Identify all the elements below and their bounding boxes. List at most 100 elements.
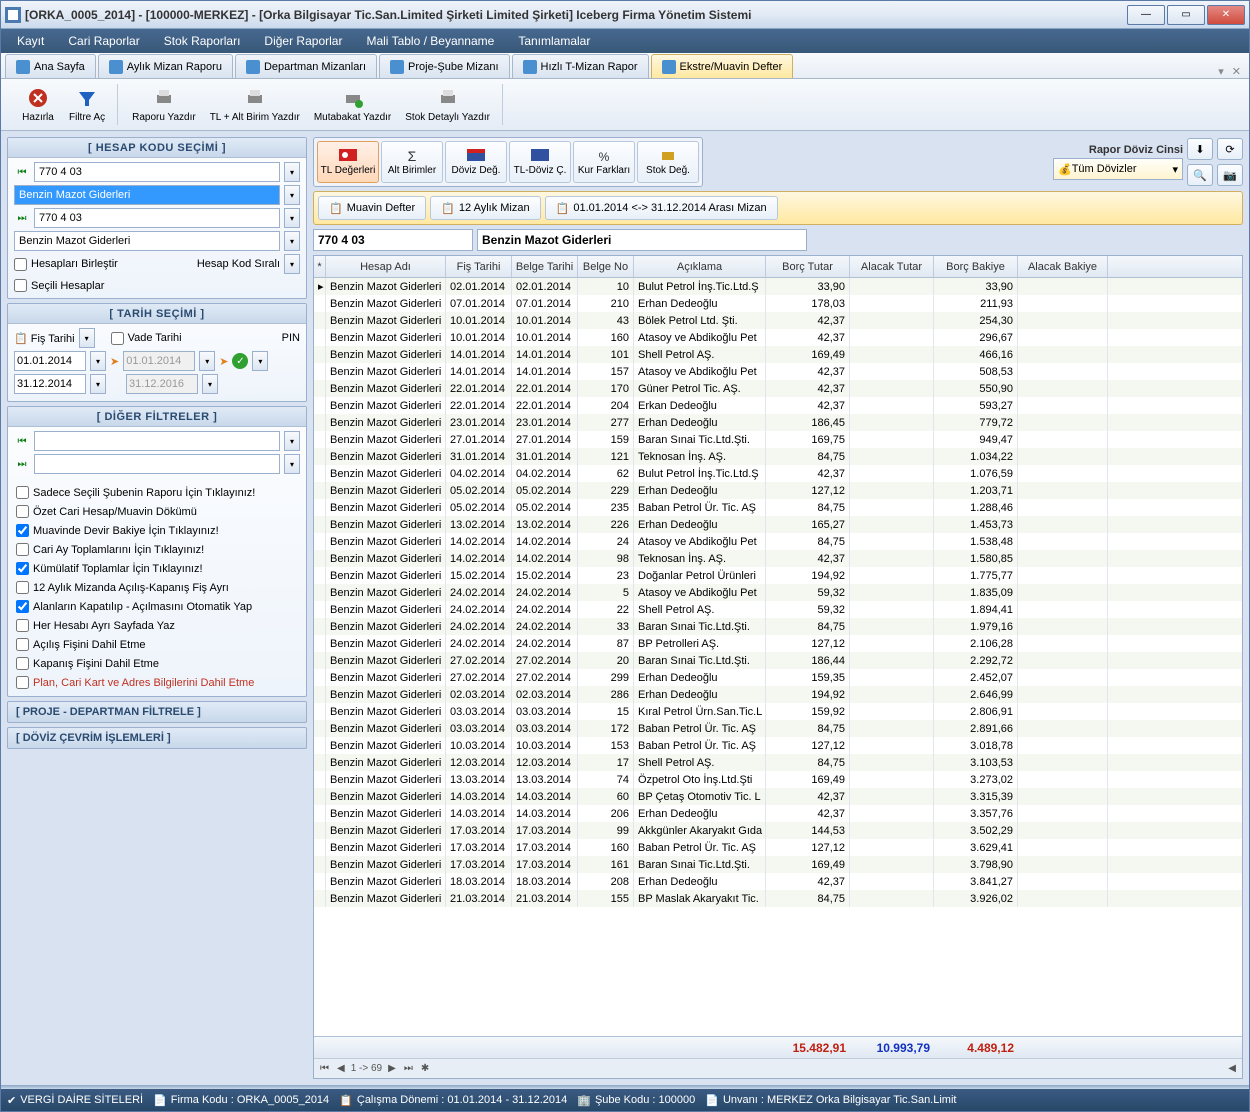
hesap-code-2[interactable] <box>34 208 280 228</box>
tabs-dropdown[interactable]: ▾ <box>1214 65 1228 78</box>
acct-name[interactable] <box>477 229 807 251</box>
table-row[interactable]: Benzin Mazot Giderleri14.01.201414.01.20… <box>314 363 1242 380</box>
filter-item-10[interactable]: Plan, Cari Kart ve Adres Bilgilerini Dah… <box>14 673 300 692</box>
pager-next[interactable]: ▶ <box>386 1063 398 1074</box>
subtab-1[interactable]: 📋12 Aylık Mizan <box>430 196 540 220</box>
tab-4[interactable]: Hızlı T-Mizan Rapor <box>512 54 649 78</box>
table-row[interactable]: Benzin Mazot Giderleri21.03.201421.03.20… <box>314 890 1242 907</box>
filter-item-9[interactable]: Kapanış Fişini Dahil Etme <box>14 654 300 673</box>
secili-hesaplar-chk[interactable]: Seçili Hesaplar <box>14 277 300 294</box>
subtab-0[interactable]: 📋Muavin Defter <box>318 196 426 220</box>
tl-alt-birim-button[interactable]: TL + Alt Birim Yazdır <box>204 84 306 125</box>
filter-item-4[interactable]: Kümülatif Toplamlar İçin Tıklayınız! <box>14 559 300 578</box>
dd-3[interactable]: ▾ <box>284 208 300 228</box>
table-row[interactable]: Benzin Mazot Giderleri24.02.201424.02.20… <box>314 584 1242 601</box>
table-row[interactable]: ▸Benzin Mazot Giderleri02.01.201402.01.2… <box>314 278 1242 295</box>
filter-item-6[interactable]: Alanların Kapatılıp - Açılmasını Otomati… <box>14 597 300 616</box>
table-row[interactable]: Benzin Mazot Giderleri10.01.201410.01.20… <box>314 312 1242 329</box>
filter-item-1[interactable]: Özet Cari Hesap/Muavin Dökümü <box>14 502 300 521</box>
table-row[interactable]: Benzin Mazot Giderleri17.03.201417.03.20… <box>314 822 1242 839</box>
pager-scroll[interactable]: ◀ <box>1226 1063 1238 1074</box>
doviz-collapse[interactable]: [ DÖVİZ ÇEVRİM İŞLEMLERİ ] <box>7 727 307 749</box>
pager-prev[interactable]: ◀ <box>335 1063 347 1074</box>
proje-collapse[interactable]: [ PROJE - DEPARTMAN FİLTRELE ] <box>7 701 307 723</box>
filter-item-5[interactable]: 12 Aylık Mizanda Açılış-Kapanış Fiş Ayrı <box>14 578 300 597</box>
viewtab-4[interactable]: %Kur Farkları <box>573 141 635 183</box>
table-row[interactable]: Benzin Mazot Giderleri02.03.201402.03.20… <box>314 686 1242 703</box>
table-row[interactable]: Benzin Mazot Giderleri24.02.201424.02.20… <box>314 618 1242 635</box>
table-row[interactable]: Benzin Mazot Giderleri18.03.201418.03.20… <box>314 873 1242 890</box>
fis-dd[interactable]: ▾ <box>79 328 95 348</box>
tab-3[interactable]: Proje-Şube Mizanı <box>379 54 510 78</box>
menu-dierraporlar[interactable]: Diğer Raporlar <box>252 29 354 53</box>
pager-add[interactable]: ✱ <box>419 1063 431 1074</box>
menu-kayt[interactable]: Kayıt <box>5 29 56 53</box>
filtre-button[interactable]: Filtre Aç <box>63 84 111 125</box>
tabs-close[interactable]: ✕ <box>1228 65 1245 78</box>
viewtab-3[interactable]: TL-Döviz Ç. <box>509 141 571 183</box>
raporu-yazdir-button[interactable]: Raporu Yazdır <box>126 84 202 125</box>
viewtab-1[interactable]: ΣAlt Birimler <box>381 141 443 183</box>
filter-item-2[interactable]: Muavinde Devir Bakiye İçin Tıklayınız! <box>14 521 300 540</box>
hesap-birlestir-chk[interactable]: Hesapları Birleştir <box>14 256 118 273</box>
col-borc-tutar[interactable]: Borç Tutar <box>766 256 850 277</box>
close-button[interactable]: ✕ <box>1207 5 1245 25</box>
table-row[interactable]: Benzin Mazot Giderleri05.02.201405.02.20… <box>314 499 1242 516</box>
last-icon[interactable]: ⏭ <box>14 210 30 226</box>
filter-last-icon[interactable]: ⏭ <box>14 456 30 472</box>
dd-2[interactable]: ▾ <box>284 185 300 205</box>
viewtab-5[interactable]: Stok Değ. <box>637 141 699 183</box>
dd-1[interactable]: ▾ <box>284 162 300 182</box>
subtab-2[interactable]: 📋01.01.2014 <-> 31.12.2014 Arası Mizan <box>545 196 778 220</box>
dd-5[interactable]: ▾ <box>284 254 300 274</box>
mutabakat-button[interactable]: Mutabakat Yazdır <box>308 84 397 125</box>
hesap-name-1[interactable] <box>14 185 280 205</box>
table-row[interactable]: Benzin Mazot Giderleri10.03.201410.03.20… <box>314 737 1242 754</box>
pager-first[interactable]: ⏮ <box>318 1063 331 1074</box>
refresh-btn[interactable]: ⟳ <box>1217 138 1243 160</box>
acct-code[interactable] <box>313 229 473 251</box>
menu-tanmlamalar[interactable]: Tanımlamalar <box>506 29 602 53</box>
hesap-code-1[interactable] <box>34 162 280 182</box>
menu-malitablobeyanname[interactable]: Mali Tablo / Beyanname <box>354 29 506 53</box>
table-row[interactable]: Benzin Mazot Giderleri27.02.201427.02.20… <box>314 652 1242 669</box>
table-row[interactable]: Benzin Mazot Giderleri12.03.201412.03.20… <box>314 754 1242 771</box>
table-row[interactable]: Benzin Mazot Giderleri13.03.201413.03.20… <box>314 771 1242 788</box>
table-row[interactable]: Benzin Mazot Giderleri27.01.201427.01.20… <box>314 431 1242 448</box>
col-marker[interactable]: * <box>314 256 326 277</box>
table-row[interactable]: Benzin Mazot Giderleri07.01.201407.01.20… <box>314 295 1242 312</box>
ok-icon[interactable]: ✓ <box>232 353 248 369</box>
col-borc-bakiye[interactable]: Borç Bakiye <box>934 256 1018 277</box>
col-aciklama[interactable]: Açıklama <box>634 256 766 277</box>
tab-2[interactable]: Departman Mizanları <box>235 54 377 78</box>
stok-detay-button[interactable]: Stok Detaylı Yazdır <box>399 84 496 125</box>
minimize-button[interactable]: — <box>1127 5 1165 25</box>
date-from-1[interactable] <box>14 351 86 371</box>
date-to-1[interactable] <box>14 374 86 394</box>
tab-0[interactable]: Ana Sayfa <box>5 54 96 78</box>
filter-item-8[interactable]: Açılış Fişini Dahil Etme <box>14 635 300 654</box>
table-row[interactable]: Benzin Mazot Giderleri17.03.201417.03.20… <box>314 839 1242 856</box>
tab-5[interactable]: Ekstre/Muavin Defter <box>651 54 794 78</box>
table-row[interactable]: Benzin Mazot Giderleri15.02.201415.02.20… <box>314 567 1242 584</box>
table-row[interactable]: Benzin Mazot Giderleri13.02.201413.02.20… <box>314 516 1242 533</box>
filter-first-icon[interactable]: ⏮ <box>14 433 30 449</box>
col-alacak-bakiye[interactable]: Alacak Bakiye <box>1018 256 1108 277</box>
table-row[interactable]: Benzin Mazot Giderleri22.01.201422.01.20… <box>314 380 1242 397</box>
table-row[interactable]: Benzin Mazot Giderleri14.02.201414.02.20… <box>314 550 1242 567</box>
table-row[interactable]: Benzin Mazot Giderleri23.01.201423.01.20… <box>314 414 1242 431</box>
table-row[interactable]: Benzin Mazot Giderleri04.02.201404.02.20… <box>314 465 1242 482</box>
col-belge-tarihi[interactable]: Belge Tarihi <box>512 256 578 277</box>
hazirla-button[interactable]: Hazırla <box>15 84 61 125</box>
filter-item-7[interactable]: Her Hesabı Ayrı Sayfada Yaz <box>14 616 300 635</box>
status-vergi[interactable]: ✔ VERGİ DAİRE SİTELERİ <box>7 1094 143 1107</box>
dd-4[interactable]: ▾ <box>284 231 300 251</box>
first-icon[interactable]: ⏮ <box>14 164 30 180</box>
table-row[interactable]: Benzin Mazot Giderleri10.01.201410.01.20… <box>314 329 1242 346</box>
table-row[interactable]: Benzin Mazot Giderleri03.03.201403.03.20… <box>314 703 1242 720</box>
table-row[interactable]: Benzin Mazot Giderleri24.02.201424.02.20… <box>314 601 1242 618</box>
table-row[interactable]: Benzin Mazot Giderleri17.03.201417.03.20… <box>314 856 1242 873</box>
col-alacak-tutar[interactable]: Alacak Tutar <box>850 256 934 277</box>
filter-item-0[interactable]: Sadece Seçili Şubenin Raporu İçin Tıklay… <box>14 483 300 502</box>
viewtab-0[interactable]: TL Değerleri <box>317 141 379 183</box>
